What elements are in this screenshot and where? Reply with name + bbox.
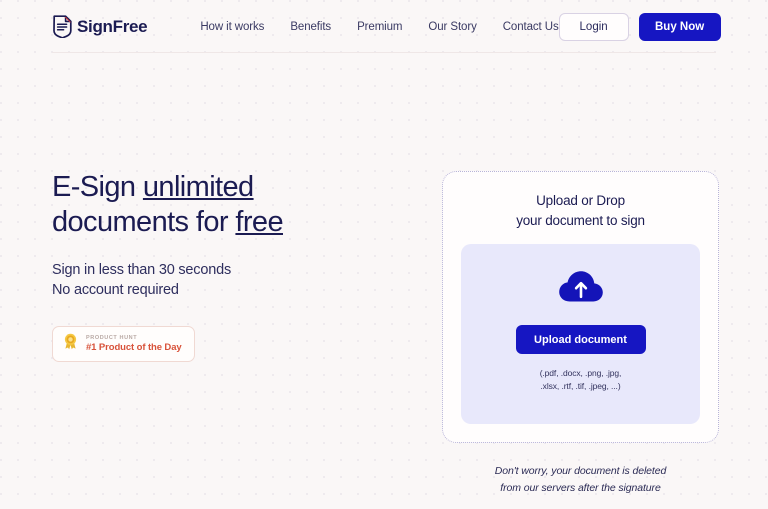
buy-now-button[interactable]: Buy Now	[638, 12, 721, 41]
hero-subtitle: Sign in less than 30 seconds No account …	[52, 260, 442, 301]
nav-item-our-story[interactable]: Our Story	[428, 21, 476, 33]
headline-underline-free: free	[235, 206, 283, 239]
upload-document-button[interactable]: Upload document	[515, 325, 646, 355]
headline-part-1: E-Sign	[52, 171, 143, 203]
formats-line-1: (.pdf, .docx, .png, .jpg,	[539, 368, 622, 379]
formats-line-2: .xlsx, .rtf, .tif, .jpeg, ...)	[540, 381, 621, 392]
document-shield-icon	[52, 15, 73, 38]
hero-section: E-Sign unlimited documents for free Sign…	[0, 53, 768, 498]
disclaimer-line-1: Don't worry, your document is deleted	[494, 465, 667, 477]
headline-underline-unlimited: unlimited	[142, 171, 254, 203]
site-header: SignFree How it works Benefits Premium O…	[0, 0, 768, 53]
main-navigation: How it works Benefits Premium Our Story …	[200, 21, 558, 33]
medal-icon	[62, 333, 79, 355]
login-button[interactable]: Login	[558, 12, 629, 41]
dropzone-inner-area[interactable]: Upload document (.pdf, .docx, .png, .jpg…	[461, 244, 700, 424]
headline-part-2: documents for	[52, 206, 236, 239]
subtitle-line-2: No account required	[52, 282, 179, 299]
badge-kicker: PRODUCT HUNT	[86, 334, 138, 341]
badge-title: #1 Product of the Day	[86, 341, 182, 353]
nav-item-premium[interactable]: Premium	[357, 21, 402, 33]
disclaimer-line-2: from our servers after the signature	[500, 482, 661, 495]
brand-logo[interactable]: SignFree	[52, 15, 148, 38]
nav-item-how-it-works[interactable]: How it works	[200, 21, 264, 33]
subtitle-line-1: Sign in less than 30 seconds	[52, 261, 231, 278]
nav-item-benefits[interactable]: Benefits	[290, 21, 331, 33]
upload-dropzone[interactable]: Upload or Drop your document to sign Upl…	[442, 171, 719, 443]
privacy-disclaimer: Don't worry, your document is deleted fr…	[494, 463, 667, 498]
dropzone-title-line-2: your document to sign	[516, 212, 645, 228]
cloud-upload-icon	[558, 269, 604, 303]
nav-item-contact-us[interactable]: Contact Us	[503, 21, 559, 33]
product-hunt-badge[interactable]: PRODUCT HUNT #1 Product of the Day	[52, 325, 195, 362]
upload-panel: Upload or Drop your document to sign Upl…	[442, 53, 719, 498]
brand-name: SignFree	[77, 16, 148, 36]
hero-copy: E-Sign unlimited documents for free Sign…	[52, 53, 442, 498]
dropzone-title-line-1: Upload or Drop	[536, 193, 625, 208]
supported-formats: (.pdf, .docx, .png, .jpg, .xlsx, .rtf, .…	[540, 367, 622, 393]
page-title: E-Sign unlimited documents for free	[52, 170, 442, 241]
dropzone-title: Upload or Drop your document to sign	[516, 191, 645, 230]
header-actions: Login Buy Now	[558, 12, 721, 41]
badge-text-group: PRODUCT HUNT #1 Product of the Day	[86, 335, 182, 353]
